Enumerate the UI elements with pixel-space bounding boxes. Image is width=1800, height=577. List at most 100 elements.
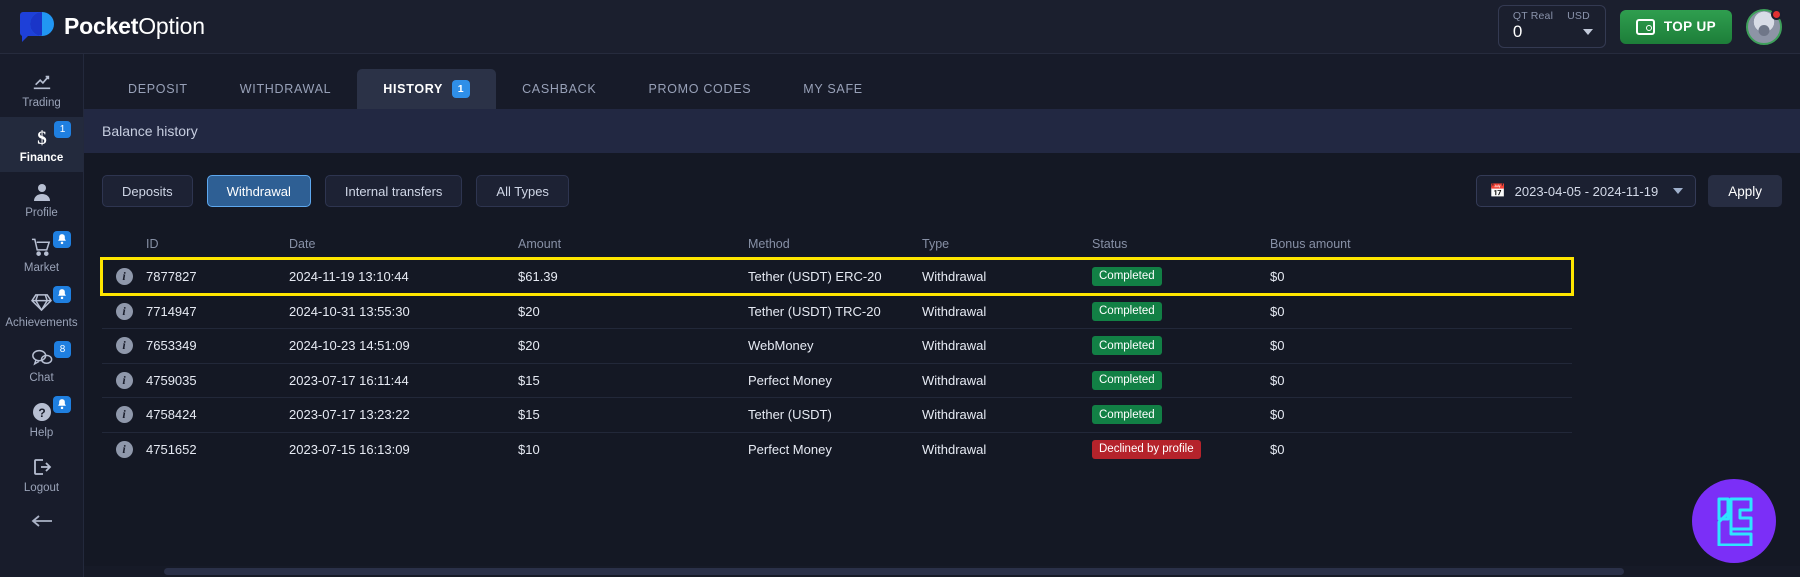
- brand-name: PocketOption: [64, 13, 205, 40]
- column-header: Status: [1092, 237, 1128, 251]
- cell-status: Completed: [1092, 301, 1270, 321]
- tab-history[interactable]: HISTORY 1: [357, 69, 497, 109]
- chevron-down-icon[interactable]: [1673, 188, 1684, 194]
- info-icon[interactable]: i: [115, 440, 133, 458]
- info-icon[interactable]: i: [115, 406, 133, 424]
- tab-my-safe[interactable]: MY SAFE: [777, 69, 889, 109]
- cell-method: Perfect Money: [748, 372, 832, 388]
- brand-logo[interactable]: PocketOption: [20, 11, 205, 42]
- cell-method: Tether (USDT): [748, 407, 832, 423]
- tab-cashback[interactable]: CASHBACK: [496, 69, 622, 109]
- table-row[interactable]: i 7877827 2024-11-19 13:10:44 $61.39 Tether …: [100, 257, 1574, 296]
- top-up-label: TOP UP: [1663, 19, 1716, 34]
- main-content: DEPOSIT WITHDRAWAL HISTORY 1 CASHBACK PROMO C…: [84, 54, 1800, 577]
- apply-button[interactable]: Apply: [1708, 175, 1782, 207]
- filter-bar: Deposits Withdrawal Internal transfers All …: [102, 175, 1782, 207]
- sidebar-item-label: Trading: [22, 97, 61, 109]
- cell-type: Withdrawal: [922, 338, 987, 354]
- account-balance-selector[interactable]: QT Real USD 0: [1497, 5, 1606, 48]
- cell-type: Withdrawal: [922, 372, 987, 388]
- brand-name-bold: Pocket: [64, 13, 139, 39]
- sidebar-item-chat[interactable]: 8 Chat: [0, 337, 83, 392]
- status-badge: Completed: [1092, 266, 1162, 286]
- horizontal-scrollbar[interactable]: [84, 566, 1800, 577]
- sidebar-bell-badge-icon: [53, 396, 71, 413]
- cell-id: 7653349: [146, 338, 197, 354]
- sidebar-bell-badge-icon: [53, 286, 71, 303]
- type-filter-group: Deposits Withdrawal Internal transfers All …: [102, 175, 569, 207]
- info-icon[interactable]: i: [115, 267, 133, 285]
- pocket-option-app: PocketOption QT Real USD 0 TOP UP Trading: [0, 0, 1800, 577]
- filter-tools: 📅 2023-04-05 - 2024-11-19 Apply: [1476, 175, 1782, 207]
- cell-type: Withdrawal: [922, 268, 987, 284]
- sidebar-item-label: Logout: [23, 482, 60, 494]
- info-icon[interactable]: i: [115, 337, 133, 355]
- sidebar-item-help[interactable]: ? Help: [0, 392, 83, 447]
- scrollbar-thumb[interactable]: [164, 568, 1624, 575]
- sidebar-item-profile[interactable]: Profile: [0, 172, 83, 227]
- filter-deposits[interactable]: Deposits: [102, 175, 193, 207]
- cell-amount: $15: [518, 372, 540, 388]
- tab-label: MY SAFE: [803, 82, 863, 96]
- table-row[interactable]: i 4751652 2023-07-15 16:13:09 $10 Perfect Mo…: [102, 431, 1572, 467]
- row-info-cell: i: [102, 337, 146, 355]
- cell-bonus: $0: [1270, 372, 1285, 388]
- info-icon[interactable]: i: [115, 371, 133, 389]
- sidebar-collapse-button[interactable]: [0, 502, 83, 533]
- cell-amount: $10: [518, 441, 540, 457]
- cell-date: 2023-07-17 13:23:22: [289, 407, 410, 423]
- cell-type: Withdrawal: [922, 441, 987, 457]
- sidebar-item-trading[interactable]: Trading: [0, 62, 83, 117]
- sidebar-item-market[interactable]: Market: [0, 227, 83, 282]
- logout-icon: [32, 456, 52, 478]
- cell-status: Completed: [1092, 405, 1270, 425]
- column-header: Type: [922, 237, 950, 251]
- tab-label: CASHBACK: [522, 82, 597, 96]
- table-row[interactable]: i 4759035 2023-07-17 16:11:44 $15 Perfect Mo…: [102, 362, 1572, 398]
- tab-withdrawal[interactable]: WITHDRAWAL: [214, 69, 358, 109]
- sidebar-item-finance[interactable]: 1 $ Finance: [0, 117, 83, 172]
- chart-line-icon: [32, 71, 52, 93]
- sidebar-item-label: Help: [29, 427, 54, 439]
- sidebar-item-label: Profile: [25, 207, 58, 219]
- info-icon[interactable]: i: [115, 302, 133, 320]
- date-range-picker[interactable]: 📅 2023-04-05 - 2024-11-19: [1476, 175, 1697, 207]
- cell-amount: $20: [518, 303, 540, 319]
- sidebar-item-logout[interactable]: Logout: [0, 447, 83, 502]
- person-icon: [33, 181, 51, 203]
- filter-withdrawal[interactable]: Withdrawal: [206, 175, 311, 207]
- top-up-button[interactable]: TOP UP: [1619, 9, 1732, 44]
- cell-status: Completed: [1092, 370, 1270, 390]
- row-info-cell: i: [102, 267, 146, 285]
- svg-text:?: ?: [38, 406, 45, 420]
- table-row[interactable]: i 4758424 2023-07-17 13:23:22 $15 Tether (US…: [102, 397, 1572, 432]
- pocket-option-logo-icon: [20, 11, 54, 42]
- cell-method: Tether (USDT) ERC-20: [748, 268, 882, 284]
- table-row[interactable]: i 7714947 2024-10-31 13:55:30 $20 Tether (US…: [102, 293, 1572, 329]
- column-header: Bonus amount: [1270, 237, 1351, 251]
- cell-id: 4758424: [146, 407, 197, 423]
- sidebar-item-achievements[interactable]: Achievements: [0, 282, 83, 337]
- tab-label: HISTORY: [383, 82, 444, 96]
- cell-method: WebMoney: [748, 338, 814, 354]
- filter-all-types[interactable]: All Types: [476, 175, 569, 207]
- floating-chat-widget[interactable]: [1692, 479, 1776, 563]
- dollar-icon: $: [32, 126, 52, 148]
- tab-label: PROMO CODES: [648, 82, 752, 96]
- diamond-icon: [31, 291, 52, 313]
- cell-method: Tether (USDT) TRC-20: [748, 303, 881, 319]
- tab-promo-codes[interactable]: PROMO CODES: [622, 69, 777, 109]
- filter-internal-transfers[interactable]: Internal transfers: [324, 175, 463, 207]
- cell-id: 4759035: [146, 372, 197, 388]
- table-row[interactable]: i 7653349 2024-10-23 14:51:09 $20 WebMoney Wi…: [102, 328, 1572, 363]
- cell-status: Completed: [1092, 336, 1270, 356]
- sidebar-item-label: Achievements: [5, 317, 78, 329]
- sidebar-item-label: Finance: [19, 152, 64, 164]
- cell-amount: $61.39: [518, 268, 558, 284]
- avatar[interactable]: [1746, 8, 1782, 45]
- tab-deposit[interactable]: DEPOSIT: [102, 69, 214, 109]
- cell-id: 7877827: [146, 268, 197, 284]
- top-bar-right: QT Real USD 0 TOP UP: [1497, 5, 1782, 48]
- column-header: Method: [748, 237, 790, 251]
- chevron-down-icon[interactable]: [1582, 29, 1593, 35]
